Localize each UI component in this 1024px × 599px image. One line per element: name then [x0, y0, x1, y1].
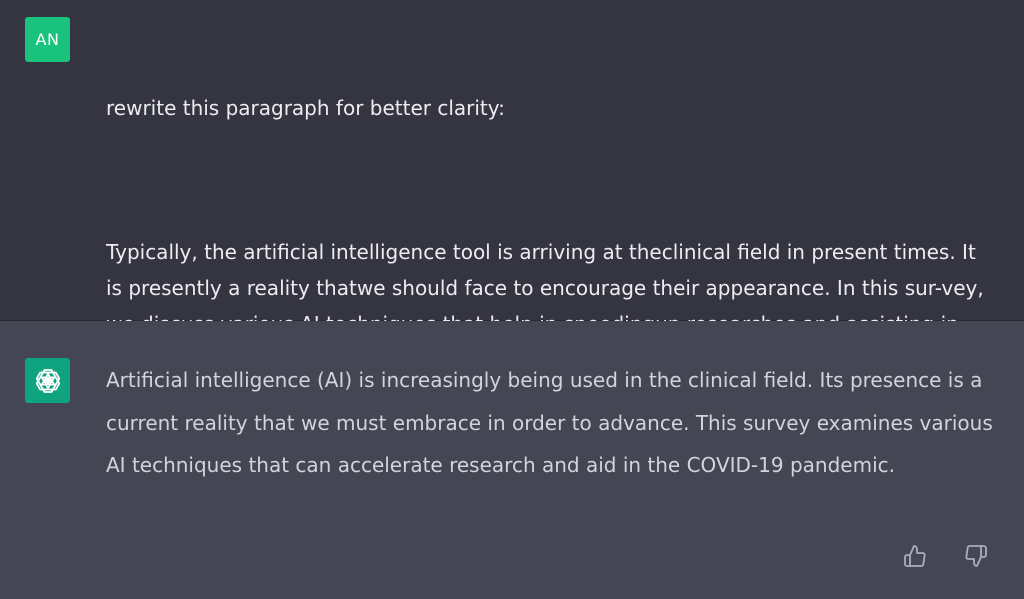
thumbs-up-icon	[904, 545, 926, 567]
thumbs-down-icon	[965, 545, 987, 567]
thumbs-down-button[interactable]	[963, 543, 989, 569]
user-avatar-initials: AN	[35, 30, 60, 49]
user-message-instruction: rewrite this paragraph for better clarit…	[106, 96, 505, 120]
user-message: AN rewrite this paragraph for better cla…	[0, 0, 1024, 372]
assistant-message: Artificial intelligence (AI) is increasi…	[0, 321, 1024, 599]
openai-logo-icon	[35, 368, 60, 393]
assistant-avatar	[25, 358, 70, 403]
user-avatar: AN	[25, 17, 70, 62]
thumbs-up-button[interactable]	[902, 543, 928, 569]
assistant-message-text: Artificial intelligence (AI) is increasi…	[106, 368, 993, 477]
